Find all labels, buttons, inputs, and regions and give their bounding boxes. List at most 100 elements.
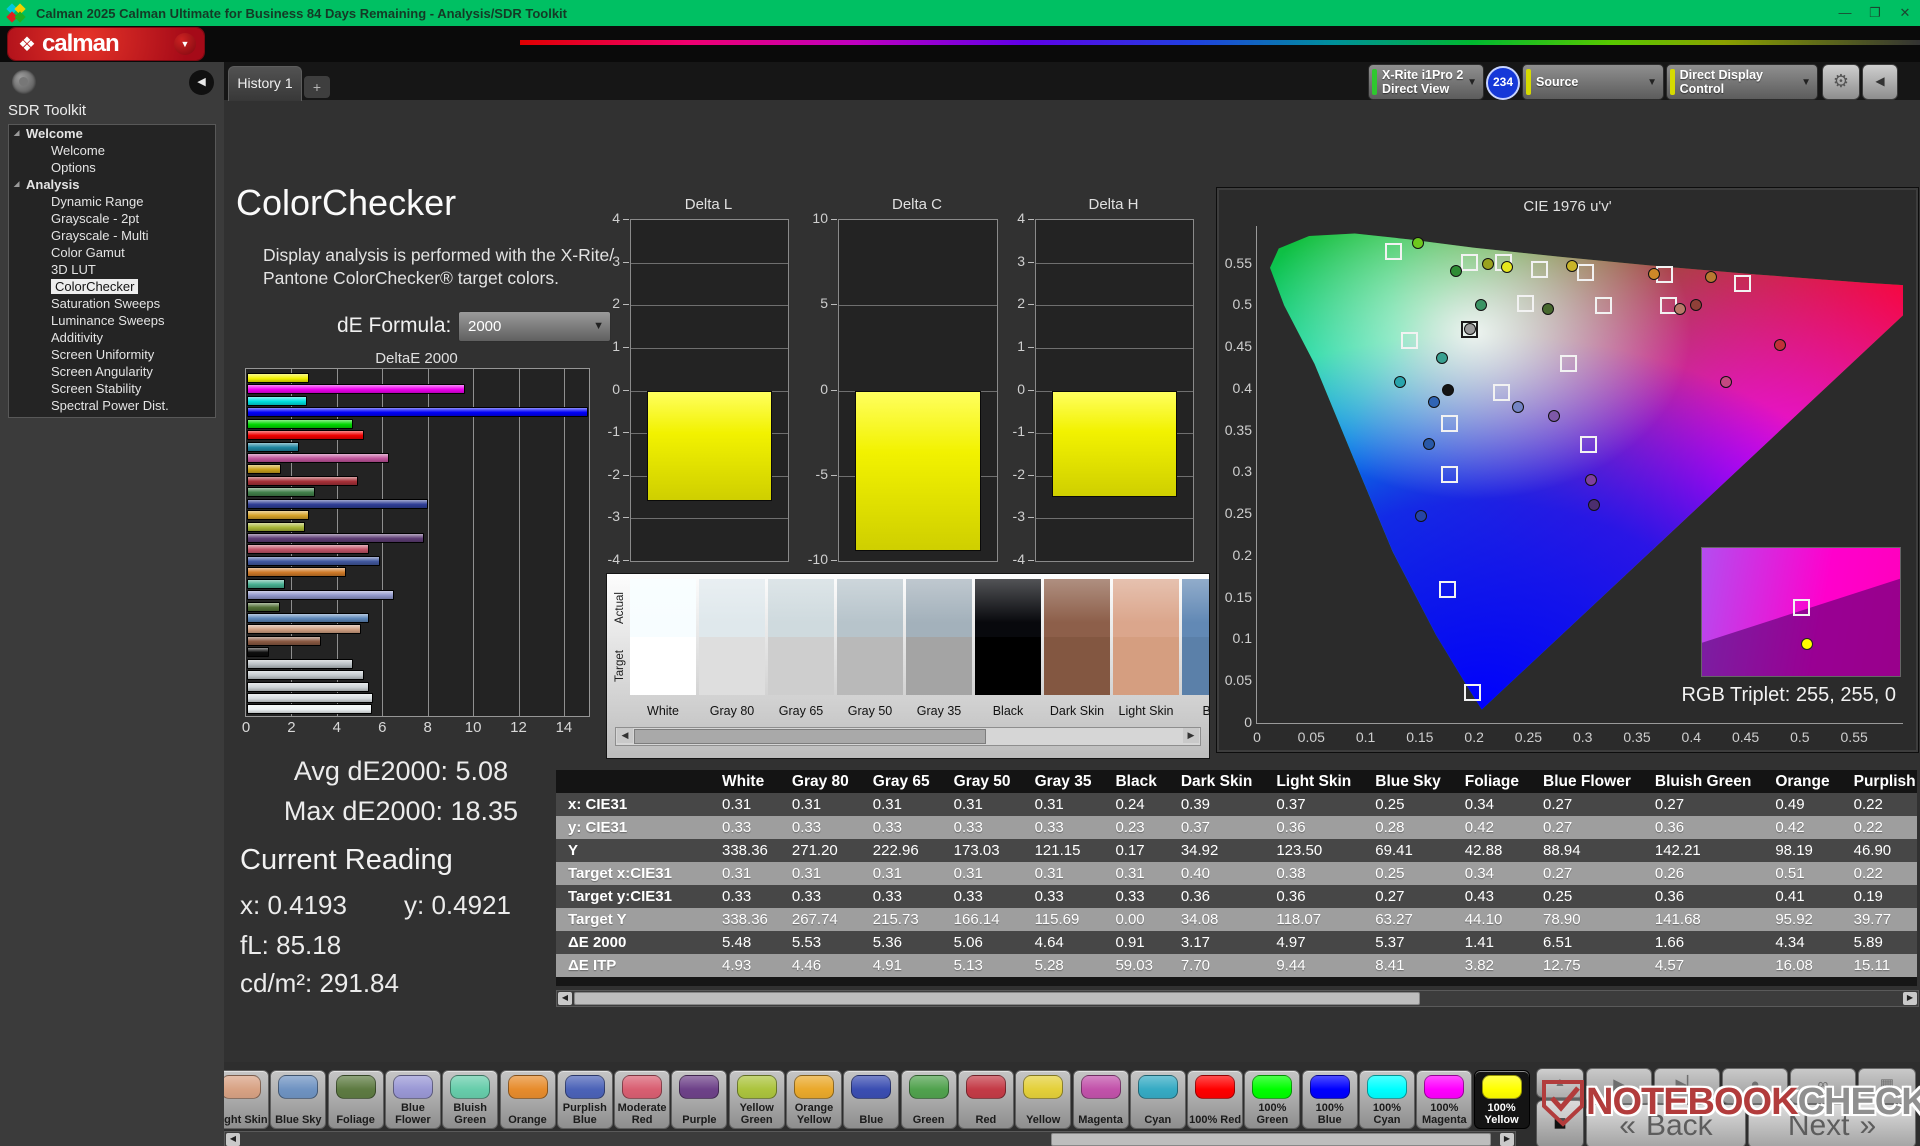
scroll-left-icon[interactable]: ◀ bbox=[617, 728, 633, 743]
x-tick-label: 2 bbox=[278, 719, 304, 736]
sidebar-item-analysis[interactable]: ◢Analysis bbox=[9, 176, 215, 193]
sidebar-item-welcome[interactable]: Welcome bbox=[9, 142, 215, 159]
patch-button-purplish-blue[interactable]: Purplish Blue bbox=[557, 1070, 613, 1129]
sidebar-item-grayscale-2pt[interactable]: Grayscale - 2pt bbox=[9, 210, 215, 227]
scroll-left-icon[interactable]: ◀ bbox=[558, 992, 572, 1005]
y-tick-label: 0 bbox=[588, 381, 620, 397]
display-status-bar bbox=[1670, 69, 1675, 95]
patch-button-purple[interactable]: Purple bbox=[671, 1070, 727, 1129]
sidebar-item-screen-angularity[interactable]: Screen Angularity bbox=[9, 363, 215, 380]
logo-menu-chevron-icon[interactable]: ▼ bbox=[174, 33, 196, 55]
delta-e-bar-bluish-green bbox=[247, 579, 285, 589]
patch-button-blue[interactable]: Blue bbox=[843, 1070, 899, 1129]
patch-label: Moderate Red bbox=[615, 1103, 669, 1126]
record-icon[interactable]: ● bbox=[1722, 1068, 1788, 1104]
y-tick-label: -4 bbox=[993, 551, 1025, 567]
scroll-right-icon[interactable]: ▶ bbox=[1500, 1133, 1514, 1146]
patch-button-foliage[interactable]: Foliage bbox=[328, 1070, 384, 1129]
column-header-white: White bbox=[710, 770, 780, 793]
sidebar-item-screen-stability[interactable]: Screen Stability bbox=[9, 380, 215, 397]
options-icon[interactable]: ▦ bbox=[1858, 1068, 1916, 1104]
expander-icon[interactable]: ◢ bbox=[14, 176, 19, 193]
patch-strip-scrollbar[interactable]: ◀ ▶ bbox=[224, 1131, 1516, 1146]
expand-up-button[interactable]: ▲ bbox=[1536, 1068, 1584, 1098]
sidebar-item-color-gamut[interactable]: Color Gamut bbox=[9, 244, 215, 261]
patch-label: Orange Yellow bbox=[787, 1103, 841, 1126]
loop-icon[interactable]: ∞ bbox=[1790, 1068, 1856, 1104]
meter-name: X-Rite i1Pro 2 bbox=[1382, 68, 1463, 82]
patch-chip bbox=[1195, 1075, 1235, 1099]
sidebar-item-spectral-power-dist-[interactable]: Spectral Power Dist. bbox=[9, 397, 215, 414]
patch-button-blue-sky[interactable]: Blue Sky bbox=[270, 1070, 326, 1129]
sidebar-knob[interactable] bbox=[12, 70, 36, 94]
patch-button-yellow[interactable]: Yellow bbox=[1015, 1070, 1071, 1129]
swatch-scrollbar[interactable]: ◀ ▶ bbox=[615, 727, 1201, 746]
sidebar-item-colorchecker[interactable]: ColorChecker bbox=[9, 278, 215, 295]
source-dropdown[interactable]: Source ▼ bbox=[1522, 64, 1664, 100]
cie-x-tick-label: 0.2 bbox=[1454, 729, 1494, 745]
table-scrollbar[interactable]: ◀ ▶ bbox=[556, 990, 1919, 1007]
y-tick-label: 3 bbox=[993, 253, 1025, 269]
meter-count-badge[interactable]: 234 bbox=[1486, 66, 1520, 100]
patch-button-green[interactable]: Green bbox=[901, 1070, 957, 1129]
meter-dropdown[interactable]: X-Rite i1Pro 2 Direct View ▼ bbox=[1368, 64, 1484, 100]
expander-icon[interactable]: ◢ bbox=[14, 125, 19, 142]
sidebar-item-luminance-sweeps[interactable]: Luminance Sweeps bbox=[9, 312, 215, 329]
scroll-right-icon[interactable]: ▶ bbox=[1183, 728, 1199, 743]
patch-button-100-cyan[interactable]: 100% Cyan bbox=[1359, 1070, 1415, 1129]
table-row--e-itp: ΔE ITP4.934.464.915.135.2859.037.709.448… bbox=[556, 954, 1917, 977]
patch-button-100-red[interactable]: 100% Red bbox=[1187, 1070, 1243, 1129]
minimize-icon[interactable]: — bbox=[1830, 0, 1860, 26]
patch-button-orange[interactable]: Orange bbox=[500, 1070, 556, 1129]
add-tab-button[interactable]: + bbox=[304, 76, 330, 98]
patch-label: 100% Red bbox=[1188, 1115, 1242, 1127]
patch-scroll-thumb[interactable] bbox=[1051, 1133, 1492, 1146]
swatch-compare-panel: Actual Target WhiteGray 80Gray 65Gray 50… bbox=[606, 573, 1210, 759]
patch-button-blue-flower[interactable]: Blue Flower bbox=[385, 1070, 441, 1129]
sidebar-item-screen-uniformity[interactable]: Screen Uniformity bbox=[9, 346, 215, 363]
patch-button-red[interactable]: Red bbox=[958, 1070, 1014, 1129]
close-icon[interactable]: ✕ bbox=[1890, 0, 1920, 26]
sidebar-item-saturation-sweeps[interactable]: Saturation Sweeps bbox=[9, 295, 215, 312]
sidebar-item-additivity[interactable]: Additivity bbox=[9, 329, 215, 346]
stop-button[interactable]: ■ bbox=[1536, 1100, 1584, 1146]
maximize-icon[interactable]: ❐ bbox=[1860, 0, 1890, 26]
sidebar-item-welcome[interactable]: ◢Welcome bbox=[9, 125, 215, 142]
patch-button-100-yellow[interactable]: 100% Yellow bbox=[1474, 1070, 1530, 1129]
patch-button-light-skin[interactable]: Light Skin bbox=[224, 1070, 269, 1129]
sidebar-item-grayscale-multi[interactable]: Grayscale - Multi bbox=[9, 227, 215, 244]
next-button[interactable]: Next » bbox=[1748, 1104, 1916, 1146]
sidebar-item-options[interactable]: Options bbox=[9, 159, 215, 176]
patch-button-orange-yellow[interactable]: Orange Yellow bbox=[786, 1070, 842, 1129]
reading-y: y: 0.4921 bbox=[404, 890, 511, 921]
back-button[interactable]: « Back bbox=[1586, 1104, 1746, 1146]
calman-logo-button[interactable]: ❖ calman ▼ bbox=[8, 28, 204, 60]
sidebar-item-dynamic-range[interactable]: Dynamic Range bbox=[9, 193, 215, 210]
table-scroll-thumb[interactable] bbox=[574, 992, 1420, 1005]
collapse-right-button[interactable]: ◀ bbox=[1862, 64, 1898, 100]
patch-button-100-magenta[interactable]: 100% Magenta bbox=[1416, 1070, 1472, 1129]
delta-bar bbox=[1052, 391, 1177, 497]
patch-button-cyan[interactable]: Cyan bbox=[1130, 1070, 1186, 1129]
swatch-scroll-thumb[interactable] bbox=[634, 729, 986, 744]
settings-button[interactable]: ⚙ bbox=[1822, 64, 1860, 100]
sidebar-collapse-icon[interactable]: ◀ bbox=[189, 70, 214, 95]
patch-button-bluish-green[interactable]: Bluish Green bbox=[442, 1070, 498, 1129]
sidebar-item-3d-lut[interactable]: 3D LUT bbox=[9, 261, 215, 278]
patch-button-yellow-green[interactable]: Yellow Green bbox=[729, 1070, 785, 1129]
patch-button-magenta[interactable]: Magenta bbox=[1073, 1070, 1129, 1129]
patch-button-moderate-red[interactable]: Moderate Red bbox=[614, 1070, 670, 1129]
scroll-right-icon[interactable]: ▶ bbox=[1903, 992, 1917, 1005]
step-play-icon[interactable]: ▶▏ bbox=[1654, 1068, 1720, 1104]
patch-button-100-blue[interactable]: 100% Blue bbox=[1302, 1070, 1358, 1129]
target-swatch bbox=[906, 637, 972, 695]
display-control-dropdown[interactable]: Direct Display Control ▼ bbox=[1666, 64, 1818, 100]
play-icon[interactable]: ▶ bbox=[1586, 1068, 1652, 1104]
y-tick-label: -1 bbox=[993, 423, 1025, 439]
tab-history-1[interactable]: History 1 bbox=[228, 66, 302, 101]
cie-target-marker bbox=[1577, 264, 1594, 281]
delta-e-bar-100-green bbox=[247, 419, 353, 429]
cie-y-tick-label: 0.55 bbox=[1218, 255, 1252, 271]
patch-button-100-green[interactable]: 100% Green bbox=[1244, 1070, 1300, 1129]
scroll-left-icon[interactable]: ◀ bbox=[226, 1133, 240, 1146]
